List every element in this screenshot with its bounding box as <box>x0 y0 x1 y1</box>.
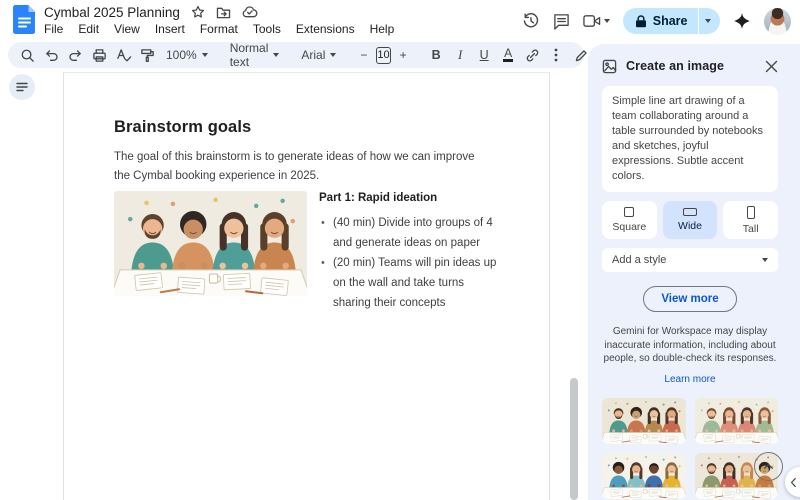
generated-image-3[interactable] <box>602 452 686 499</box>
chevron-down-icon <box>201 53 208 57</box>
list-item: (20 min) Teams will pin ideas up on the … <box>319 253 499 313</box>
gemini-spark-icon[interactable] <box>733 12 751 30</box>
increase-font-size-button[interactable]: + <box>392 44 415 66</box>
section-title: Part 1: Rapid ideation <box>319 192 438 204</box>
top-bar: Cymbal 2025 Planning File Edit View Inse… <box>0 0 800 40</box>
menu-view[interactable]: View <box>114 22 140 36</box>
google-docs-icon[interactable] <box>13 5 35 34</box>
chevron-down-icon <box>762 258 768 262</box>
close-icon[interactable] <box>765 60 778 73</box>
underline-button[interactable]: U <box>473 44 496 66</box>
chevron-down-icon <box>705 19 711 23</box>
collapse-panel-button[interactable] <box>754 452 783 481</box>
outline-list-icon <box>16 82 28 92</box>
chevron-left-icon <box>790 477 796 487</box>
chevron-down-icon <box>273 53 280 57</box>
wide-shape-icon <box>683 208 697 216</box>
menu-extensions[interactable]: Extensions <box>296 22 355 36</box>
document-intro-paragraph: The goal of this brainstorm is to genera… <box>114 151 475 182</box>
spell-check-icon[interactable] <box>112 44 135 66</box>
bullet-list: (40 min) Divide into groups of 4 and gen… <box>319 213 499 313</box>
aspect-square-button[interactable]: Square <box>602 201 657 239</box>
paint-format-icon[interactable] <box>136 44 159 66</box>
menu-edit[interactable]: Edit <box>78 22 99 36</box>
share-dropdown-button[interactable] <box>699 8 720 34</box>
zoom-select[interactable]: 100% <box>160 44 214 66</box>
version-history-icon[interactable] <box>522 12 540 30</box>
menu-format[interactable]: Format <box>200 22 238 36</box>
aspect-tall-button[interactable]: Tall <box>723 201 779 239</box>
share-main-button[interactable]: Share <box>622 8 698 34</box>
learn-more-link[interactable]: Learn more <box>602 374 778 385</box>
document-scrollbar[interactable] <box>570 378 578 500</box>
list-item: (40 min) Divide into groups of 4 and gen… <box>319 213 499 253</box>
move-folder-icon[interactable] <box>216 6 231 19</box>
generated-image-1[interactable] <box>602 397 686 444</box>
panel-title: Create an image <box>626 59 725 73</box>
meet-call-button[interactable] <box>583 14 610 28</box>
menu-insert[interactable]: Insert <box>155 22 185 36</box>
aspect-wide-button[interactable]: Wide <box>662 201 718 239</box>
decrease-font-size-button[interactable]: − <box>352 44 375 66</box>
font-size-input[interactable]: 10 <box>376 46 391 64</box>
comments-icon[interactable] <box>553 13 570 30</box>
document-page[interactable]: Brainstorm goals The goal of this brains… <box>63 72 550 500</box>
menu-tools[interactable]: Tools <box>253 22 281 36</box>
menu-bar: File Edit View Insert Format Tools Exten… <box>44 22 394 36</box>
font-select[interactable]: Arial <box>295 44 342 66</box>
insert-link-icon[interactable] <box>521 44 544 66</box>
text-color-button[interactable]: A <box>497 44 520 66</box>
star-icon[interactable] <box>191 5 205 19</box>
more-options-icon[interactable] <box>545 44 568 66</box>
document-title[interactable]: Cymbal 2025 Planning <box>44 5 180 20</box>
generated-image-2[interactable] <box>694 397 778 444</box>
print-icon[interactable] <box>88 44 111 66</box>
document-outline-button[interactable] <box>9 74 35 100</box>
menu-help[interactable]: Help <box>370 22 395 36</box>
chevron-down-icon <box>330 53 337 57</box>
menu-file[interactable]: File <box>44 22 63 36</box>
video-camera-icon <box>583 15 600 27</box>
create-image-panel: Create an image Simple line art drawing … <box>588 44 800 500</box>
search-menus-icon[interactable] <box>16 44 39 66</box>
gemini-disclaimer: Gemini for Workspace may display inaccur… <box>603 326 777 364</box>
tall-shape-icon <box>746 205 755 219</box>
image-prompt-input[interactable]: Simple line art drawing of a team collab… <box>602 86 778 192</box>
chevron-down-icon <box>603 19 610 23</box>
undo-icon[interactable] <box>40 44 63 66</box>
italic-button[interactable]: I <box>449 44 472 66</box>
chevron-up-icon <box>763 463 774 469</box>
bold-button[interactable]: B <box>425 44 448 66</box>
user-avatar[interactable] <box>764 7 791 35</box>
image-icon <box>602 59 617 73</box>
add-style-select[interactable]: Add a style <box>602 248 778 272</box>
square-shape-icon <box>624 207 635 217</box>
generated-images-grid <box>602 397 778 499</box>
view-more-button[interactable]: View more <box>643 286 737 312</box>
paragraph-style-select[interactable]: Normal text <box>224 41 286 69</box>
formatting-toolbar: 100% Normal text Arial − 10 + B I U A <box>8 41 632 69</box>
lock-icon <box>635 14 646 27</box>
pen-icon <box>575 49 587 61</box>
aspect-ratio-group: Square Wide Tall <box>602 201 779 239</box>
share-button: Share <box>622 8 720 34</box>
document-inline-image[interactable] <box>114 191 307 296</box>
document-heading: Brainstorm goals <box>114 118 252 136</box>
cloud-status-icon[interactable] <box>242 6 258 18</box>
redo-icon[interactable] <box>64 44 87 66</box>
